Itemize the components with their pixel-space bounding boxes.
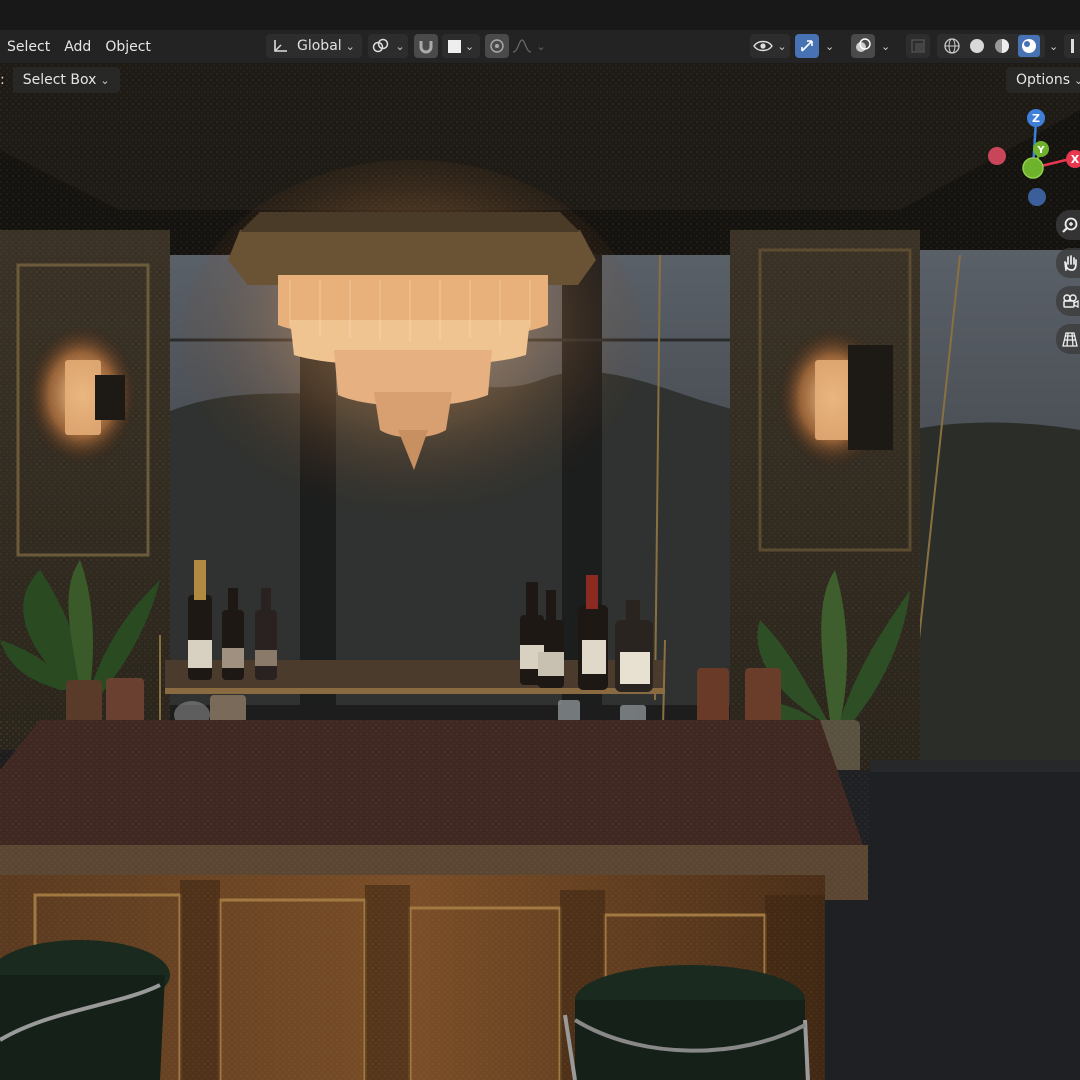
magnet-icon[interactable] [414, 34, 438, 58]
snap-group: ⌄ [414, 34, 480, 58]
zoom-icon[interactable] [1056, 210, 1080, 240]
neg-z-axis-dot[interactable] [1028, 188, 1046, 206]
visibility-dropdown[interactable]: ⌄ [750, 34, 790, 58]
chevron-down-icon: ⌄ [100, 73, 110, 87]
select-box-label: Select Box [22, 72, 97, 88]
chevron-down-icon: ⌄ [395, 39, 405, 53]
xray-toggle[interactable] [906, 34, 930, 58]
chevron-down-icon[interactable]: ⌄ [881, 40, 890, 53]
material-icon[interactable] [993, 37, 1011, 55]
hand-icon[interactable] [1056, 248, 1080, 278]
axes-icon [272, 38, 290, 54]
sidebar-toggle[interactable] [1064, 34, 1080, 58]
rendered-icon[interactable] [1017, 35, 1040, 57]
xray-icon[interactable] [906, 34, 930, 58]
solid-icon[interactable] [968, 37, 986, 55]
menu-object[interactable]: Object [98, 35, 158, 59]
chevron-down-icon[interactable]: ⌄ [1049, 40, 1058, 53]
overlay-icon[interactable] [851, 34, 875, 58]
snap-target-dropdown[interactable]: ⌄ [442, 34, 480, 58]
3d-viewport[interactable] [0, 63, 1080, 1080]
y-axis-label: Y [1036, 145, 1045, 156]
rendered-scene [0, 63, 1080, 1080]
neg-y-axis-dot[interactable] [1022, 157, 1044, 179]
eye-icon [753, 39, 774, 53]
menu-select[interactable]: Select [0, 35, 57, 59]
proportional-group: ⌄ [485, 34, 549, 58]
chevron-down-icon: ⌄ [464, 39, 475, 53]
x-axis-label: X [1071, 153, 1080, 166]
proportional-edit-icon[interactable] [485, 34, 509, 58]
select-box-dropdown[interactable]: Select Box ⌄ [12, 67, 120, 93]
z-axis-label: Z [1032, 112, 1040, 125]
navigation-gizmo[interactable]: Z Y X [980, 104, 1080, 214]
grid-icon[interactable] [1056, 324, 1080, 354]
link-icon [371, 38, 391, 54]
options-dropdown[interactable]: Options ⌄ [1006, 67, 1080, 93]
options-label: Options [1016, 72, 1071, 88]
options-row: Options ⌄ [1006, 66, 1080, 94]
menu-add[interactable]: Add [57, 35, 98, 59]
tool-settings-row: : Select Box ⌄ [0, 66, 120, 94]
gizmo-icon[interactable] [795, 34, 819, 58]
transform-orientation-dropdown[interactable]: Global ⌄ [266, 34, 362, 58]
window-top-strip [0, 0, 1080, 30]
falloff-dropdown[interactable]: ⌄ [509, 34, 549, 58]
wireframe-icon[interactable] [943, 37, 961, 55]
chevron-down-icon[interactable]: ⌄ [825, 40, 834, 53]
neg-x-axis-dot[interactable] [988, 147, 1006, 165]
gizmo-toggle-group: ⌄ [795, 34, 834, 58]
chevron-down-icon: ⌄ [345, 39, 355, 53]
overlay-toggle-group: ⌄ [851, 34, 890, 58]
mode-prefix: : [0, 72, 5, 88]
chevron-down-icon: ⌄ [777, 39, 787, 53]
transform-orientation-label: Global [297, 38, 342, 54]
camera-icon[interactable] [1056, 286, 1080, 316]
chevron-down-icon: ⌄ [536, 39, 546, 53]
chevron-down-icon: ⌄ [1074, 73, 1080, 87]
shading-mode-group: ⌄ [937, 34, 1058, 58]
pivot-dropdown[interactable]: ⌄ [368, 34, 408, 58]
